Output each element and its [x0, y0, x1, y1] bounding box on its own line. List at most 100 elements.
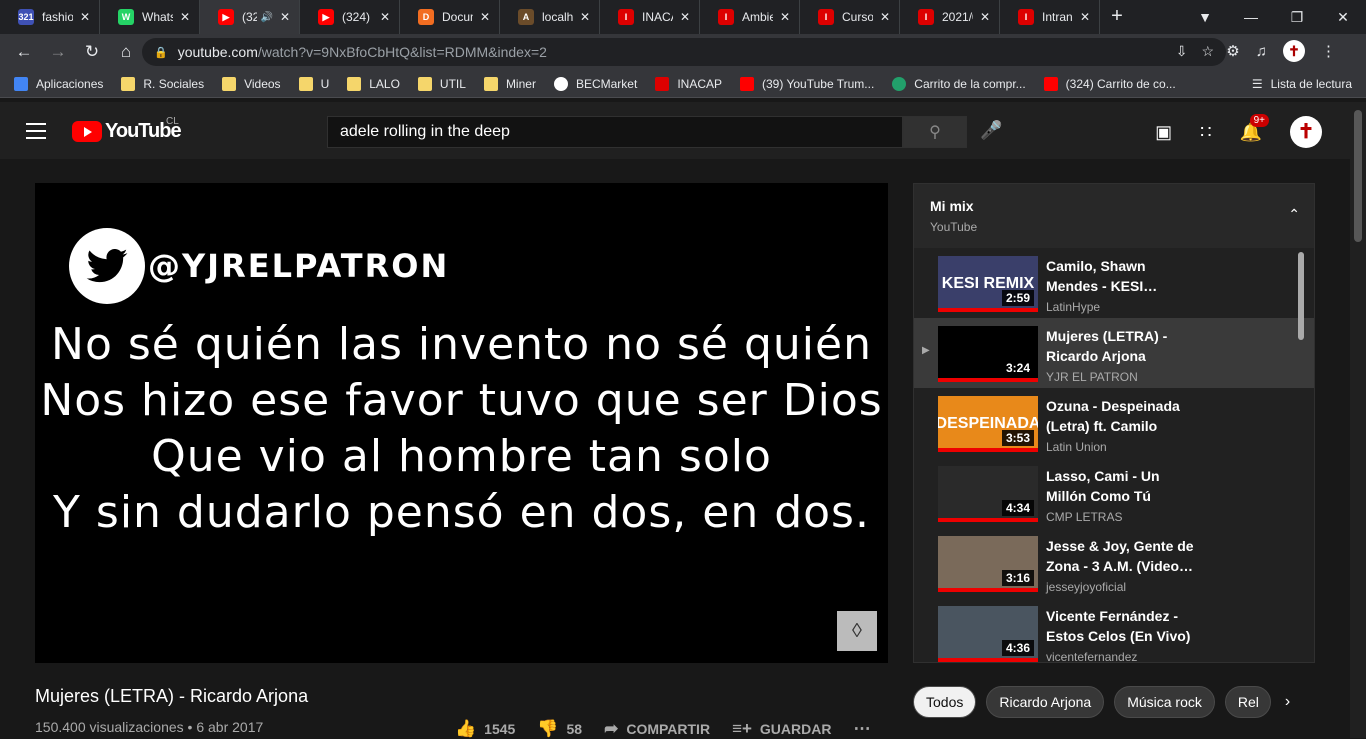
install-icon[interactable]: ⇩ [1176, 43, 1188, 60]
folder-icon [417, 76, 432, 91]
share-button[interactable]: ➦ COMPARTIR [604, 719, 710, 739]
home-icon[interactable]: ⌂ [110, 36, 142, 68]
browser-tab[interactable]: 321 fashion ✕ [0, 0, 100, 34]
notifications-bell-icon[interactable]: 🔔 9+ [1240, 113, 1269, 143]
bookmark-item[interactable]: U [298, 76, 329, 91]
watched-progress-bar [938, 658, 1038, 662]
browser-tab[interactable]: D Docum ✕ [400, 0, 500, 34]
close-tab-icon[interactable]: ✕ [279, 10, 291, 24]
video-thumbnail[interactable]: 4:36 [938, 606, 1038, 662]
close-tab-icon[interactable]: ✕ [879, 10, 891, 24]
more-actions-button[interactable]: ⋯ [853, 719, 870, 739]
playlist-scrollbar[interactable] [1298, 252, 1304, 340]
dislike-button[interactable]: 👎 58 [537, 719, 582, 739]
video-thumbnail[interactable]: 3:16 [938, 536, 1038, 592]
menu-dots-icon[interactable]: ⋮ [1321, 42, 1336, 60]
chevron-up-icon[interactable]: ⌃ [1288, 206, 1300, 223]
save-button[interactable]: ≡+ GUARDAR [732, 719, 831, 739]
search-input[interactable]: adele rolling in the deep [327, 116, 903, 148]
playlist-item[interactable]: 3:16 Jesse & Joy, Gente de Zona - 3 A.M. … [914, 528, 1314, 598]
search-button[interactable]: ⚲ [903, 116, 967, 148]
bookmark-star-icon[interactable]: ☆ [1201, 43, 1214, 60]
browser-tab[interactable]: Alocalho ✕ [500, 0, 600, 34]
filter-chip[interactable]: Rel [1224, 686, 1271, 718]
youtube-icon [740, 76, 754, 91]
browser-tab[interactable]: ▶ (324) C ✕ [300, 0, 400, 34]
filter-chip[interactable]: Ricardo Arjona [986, 686, 1105, 718]
bookmark-item[interactable]: (324) Carrito de co... [1043, 76, 1176, 91]
playlist-item[interactable]: ▶ 3:24 Mujeres (LETRA) - Ricardo Arjona YJR… [914, 318, 1314, 388]
channel-watermark-icon[interactable]: ◊ [837, 611, 877, 651]
bookmark-item[interactable]: Videos [222, 76, 281, 91]
bookmark-item[interactable]: Aplicaciones [14, 76, 103, 91]
video-thumbnail[interactable]: KESI REMIX 2:59 [938, 256, 1038, 312]
close-tab-icon[interactable]: ✕ [979, 10, 991, 24]
tab-favicon-icon: I [618, 9, 634, 25]
address-bar[interactable]: 🔒 youtube.com/watch?v=9NxBfoCbHtQ&list=R… [142, 38, 1226, 66]
close-tab-icon[interactable]: ✕ [679, 10, 691, 24]
profile-avatar[interactable]: ✝ [1283, 40, 1305, 62]
avatar[interactable]: ✝ [1290, 116, 1322, 148]
audio-playing-icon[interactable]: 🔊 [261, 12, 273, 23]
bookmark-item[interactable]: UTIL [417, 76, 466, 91]
reading-list-icon: ☰ [1251, 76, 1263, 91]
more-dots-icon: ⋯ [853, 719, 871, 738]
filter-chip[interactable]: Todos [913, 686, 977, 718]
video-thumbnail[interactable]: 4:34 [938, 466, 1038, 522]
bookmark-item[interactable]: Miner [483, 76, 536, 91]
menu-icon[interactable] [26, 123, 46, 144]
browser-tab[interactable]: I Cursos ✕ [800, 0, 900, 34]
bookmark-item[interactable]: BECMarket [553, 76, 637, 91]
browser-tab[interactable]: W WhatsA ✕ [100, 0, 200, 34]
browser-tab[interactable]: ▶ (32 🔊 ✕ [200, 0, 300, 34]
extensions-icon[interactable]: ⚙ [1226, 42, 1239, 60]
reading-list-button[interactable]: ☰ Lista de lectura [1252, 77, 1352, 91]
playlist-item[interactable]: 4:34 Lasso, Cami - Un Millón Como Tú (con… [914, 458, 1314, 528]
close-tab-icon[interactable]: ✕ [479, 10, 491, 24]
forward-icon[interactable]: → [42, 36, 74, 68]
playlist-item[interactable]: DESPEINADA 3:53 Ozuna - Despeinada (Letra)… [914, 388, 1314, 458]
video-thumbnail[interactable]: 3:24 [938, 326, 1038, 382]
close-tab-icon[interactable]: ✕ [79, 10, 91, 24]
bookmark-label: LALO [369, 76, 400, 91]
filter-chip[interactable]: Música rock [1114, 686, 1215, 718]
browser-tab[interactable]: I Intranet ✕ [1000, 0, 1100, 34]
create-video-icon[interactable]: ▣ [1155, 122, 1172, 143]
new-tab-button[interactable]: + [1100, 0, 1134, 34]
close-window-icon[interactable]: ✕ [1320, 9, 1366, 26]
bookmark-item[interactable]: Carrito de la compr... [892, 76, 1026, 91]
playlist-item[interactable]: 4:36 Vicente Fernández - Estos Celos (En … [914, 598, 1314, 662]
playlist-item[interactable]: KESI REMIX 2:59 Camilo, Shawn Mendes - KES… [914, 248, 1314, 318]
page-scrollbar[interactable] [1350, 102, 1366, 738]
bookmark-item[interactable]: (39) YouTube Trum... [740, 76, 874, 91]
close-tab-icon[interactable]: ✕ [579, 10, 591, 24]
close-tab-icon[interactable]: ✕ [1079, 10, 1091, 24]
browser-tab[interactable]: I INACA ✕ [600, 0, 700, 34]
lyrics-line: Y sin dudarlo pensó en dos, en dos. [53, 487, 870, 538]
bookmark-item[interactable]: R. Sociales [121, 76, 204, 91]
microphone-icon[interactable]: 🎤 [980, 120, 1002, 141]
video-thumbnail[interactable]: DESPEINADA 3:53 [938, 396, 1038, 452]
back-icon[interactable]: ← [8, 36, 40, 68]
bookmark-item[interactable]: LALO [347, 76, 400, 91]
close-tab-icon[interactable]: ✕ [379, 10, 391, 24]
tab-title: INACA [642, 10, 673, 24]
close-tab-icon[interactable]: ✕ [179, 10, 191, 24]
video-player[interactable]: @YJRELPATRON No sé quién las invento no … [35, 183, 888, 663]
bookmark-item[interactable]: INACAP [655, 76, 722, 91]
chevron-right-icon[interactable]: › [1285, 693, 1290, 711]
tab-title: Intranet [1042, 10, 1073, 24]
close-tab-icon[interactable]: ✕ [779, 10, 791, 24]
apps-grid-icon[interactable]: ∷ [1200, 122, 1211, 143]
lyrics-line: No sé quién las invento no sé quién [51, 319, 872, 370]
youtube-logo[interactable]: YouTube CL [72, 116, 182, 143]
tab-search-icon[interactable]: ▼ [1182, 9, 1228, 25]
reload-icon[interactable]: ↻ [76, 36, 108, 68]
minimize-icon[interactable]: — [1228, 9, 1274, 25]
media-control-icon[interactable]: ♫ [1256, 43, 1267, 60]
like-button[interactable]: 👍 1545 [455, 719, 515, 739]
browser-tab[interactable]: I Ambien ✕ [700, 0, 800, 34]
playlist-title: Mi mix [930, 198, 974, 214]
browser-tab[interactable]: I 2021/0 ✕ [900, 0, 1000, 34]
restore-icon[interactable]: ❐ [1274, 9, 1320, 26]
